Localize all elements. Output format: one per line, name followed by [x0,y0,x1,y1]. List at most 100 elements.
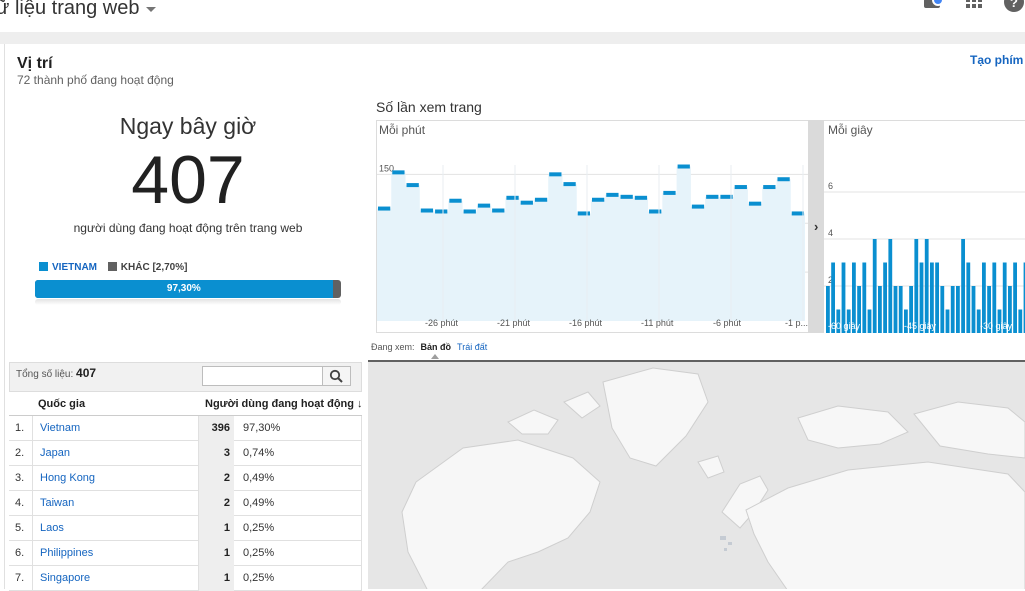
active-users-value: 1 [198,566,234,591]
country-link[interactable]: Japan [40,447,70,459]
create-shortcut-link[interactable]: Tạo phím t [970,53,1025,67]
x-tick-label: -45 giây [904,321,937,331]
country-link[interactable]: Vietnam [40,422,80,434]
row-divider [32,441,33,466]
row-border [361,566,362,591]
per-second-svg: 642-60 giây -45 giây -30 giây [824,181,1025,333]
x-tick-label: -30 giây [980,321,1013,331]
data-bar [577,211,590,216]
world-map-svg [401,367,1025,589]
row-index: 6. [15,547,25,559]
chevron-right-icon[interactable]: › [814,219,818,234]
help-icon[interactable]: ? [1004,0,1024,12]
share-legend: VIETNAM KHÁC [2,70%] [39,262,187,273]
table-row: 4. Taiwan 2 0,49% [9,491,362,516]
column-country[interactable]: Quốc gia [38,398,85,410]
data-bar [606,192,619,197]
data-bar [945,309,950,333]
total-value: 407 [76,366,97,380]
share-bar-shadow [35,299,341,305]
data-bar [763,185,776,190]
active-users-percent: 0,49% [243,472,275,484]
row-index: 7. [15,572,25,584]
data-bar [1013,262,1017,333]
tab-map[interactable]: Bản đồ [421,342,452,352]
row-divider [32,491,33,516]
active-users-value: 1 [198,516,234,541]
data-bar [1018,309,1023,333]
sort-desc-icon[interactable]: ↓ [357,398,363,410]
row-index: 1. [15,422,25,434]
data-bar [534,197,548,202]
data-bar [734,185,747,190]
data-bar [961,239,965,333]
total-label: Tổng số liệu: [16,369,74,380]
caret-down-icon[interactable] [146,7,156,12]
data-bar [862,262,867,333]
x-tick-label: -16 phút [569,318,603,328]
row-index: 4. [15,497,25,509]
tab-earth[interactable]: Trái đất [457,342,487,352]
x-tick-label: -26 phút [425,318,459,328]
legend-other: KHÁC [2,70%] [120,262,188,273]
data-bar [691,204,705,209]
data-bar [663,190,676,195]
row-border [361,491,362,516]
x-tick-label: -21 phút [497,318,531,328]
row-index: 5. [15,522,25,534]
active-users-percent: 0,49% [243,497,275,509]
data-bar [791,211,804,216]
country-link[interactable]: Taiwan [40,497,74,509]
pageviews-title: Số lần xem trang [376,99,482,115]
apps-grid-icon[interactable] [966,0,982,10]
active-users-value: 2 [198,466,234,491]
data-bar [883,262,887,333]
country-link[interactable]: Philippines [40,547,93,559]
data-bar [872,239,877,333]
data-bar [549,172,562,177]
active-users-count: 407 [131,142,245,218]
legend-vietnam: VIETNAM [52,262,97,273]
row-index: 2. [15,447,25,459]
data-bar [520,200,533,205]
row-border [361,541,362,566]
data-bar [463,209,476,214]
share-bar: 97,30% [35,280,341,298]
data-bar [777,177,790,182]
data-bar [592,197,605,202]
world-map[interactable] [368,360,1025,589]
active-users-percent: 0,25% [243,572,275,584]
row-border [361,441,362,466]
active-users-value: 2 [198,491,234,516]
country-link[interactable]: Hong Kong [40,472,95,484]
data-bar [867,309,872,333]
view-selector[interactable]: ữ liệu trang web [0,0,139,20]
data-bar [477,203,491,208]
y-tick-label: 150 [379,163,394,173]
top-bar: ữ liệu trang web ? [0,0,1025,32]
data-bar [888,239,893,333]
x-tick-label: -11 phút [641,318,674,328]
data-bar [893,286,898,333]
data-bar [378,206,391,211]
search-button[interactable] [322,366,351,386]
row-index: 3. [15,472,25,484]
data-bar [634,195,648,200]
column-active-users[interactable]: Người dùng đang hoạt động ↓ [205,398,363,410]
row-border [361,466,362,491]
country-link[interactable]: Laos [40,522,64,534]
data-bar [924,239,929,333]
data-bar [420,208,434,213]
country-link[interactable]: Singapore [40,572,90,584]
vietnam-swatch [39,262,48,271]
map-view-switch: Đang xem: Bản đồ Trái đất [371,342,487,352]
data-bar [492,208,505,213]
data-bar [898,286,903,333]
data-bar [392,170,405,175]
active-users-percent: 0,74% [243,447,275,459]
share-bar-fill: 97,30% [35,280,333,298]
table-row: 2. Japan 3 0,74% [9,441,362,466]
per-minute-label: Mỗi phút [379,123,426,137]
card-title: Vị trí [17,55,53,72]
active-users-value: 3 [198,441,234,466]
